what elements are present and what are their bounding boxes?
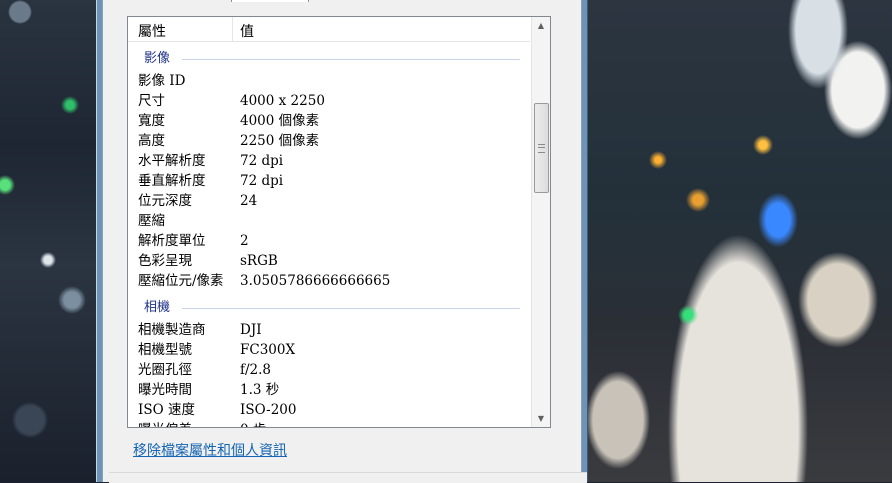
property-row[interactable]: 壓縮位元/像素 3.0505786666666665	[128, 271, 530, 291]
property-row[interactable]: 寬度 4000 個像素	[128, 111, 530, 131]
group-divider-line	[182, 59, 520, 60]
property-rows: 影像影像 ID 尺寸 4000 x 2250 寬度 4000 個像素高度 2250 個像素…	[128, 41, 530, 427]
property-row[interactable]: 高度 2250 個像素	[128, 131, 530, 151]
property-row[interactable]: 曝光時間 1.3 秒	[128, 380, 530, 400]
scroll-down-arrow-icon[interactable]: ▼	[532, 410, 550, 427]
property-name: 影像 ID	[138, 73, 186, 89]
remove-properties-link[interactable]: 移除檔案屬性和個人資訊	[133, 440, 287, 460]
background-photo-right	[588, 0, 892, 482]
property-row[interactable]: 光圈孔徑 f/2.8	[128, 360, 530, 380]
group-title: 影像	[144, 51, 171, 66]
property-row[interactable]: 色彩呈現 sRGB	[128, 251, 530, 271]
property-row[interactable]: 尺寸 4000 x 2250	[128, 91, 530, 111]
vertical-scrollbar[interactable]: ▲ ▼	[531, 17, 550, 427]
property-value: sRGB	[240, 253, 278, 269]
dialog-bottom-edge	[109, 472, 587, 483]
details-tab-panel: 屬性 值 影像影像 ID 尺寸 4000 x 2250 寬度 4000 個像素高度 225…	[102, 0, 587, 483]
property-row[interactable]: 水平解析度 72 dpi	[128, 151, 530, 171]
group-title: 相機	[144, 300, 171, 315]
property-value: f/2.8	[240, 362, 272, 378]
property-row[interactable]: 相機製造商 DJI	[128, 320, 530, 340]
property-value: 72 dpi	[240, 173, 284, 189]
background-photo-left	[0, 0, 96, 482]
property-value: 0 步	[240, 420, 266, 427]
property-name: 水平解析度	[138, 153, 206, 169]
property-value: ISO-200	[240, 402, 297, 418]
group-divider-line	[182, 308, 520, 309]
column-divider[interactable]	[232, 17, 233, 41]
property-name: 色彩呈現	[138, 253, 192, 269]
group-header: 相機	[128, 298, 530, 318]
property-row[interactable]: 曝光偏差 0 步	[128, 420, 530, 427]
scroll-thumb[interactable]	[534, 103, 549, 193]
list-header: 屬性 值	[128, 17, 530, 42]
property-row[interactable]: 解析度單位 2	[128, 231, 530, 251]
property-name: 曝光偏差	[138, 420, 192, 427]
properties-window: 屬性 值 影像影像 ID 尺寸 4000 x 2250 寬度 4000 個像素高度 225…	[96, 0, 588, 483]
property-name: 壓縮位元/像素	[138, 273, 224, 289]
property-name: 高度	[138, 133, 165, 149]
group-header: 影像	[128, 49, 530, 69]
property-row[interactable]: 壓縮	[128, 211, 530, 231]
property-value: 2	[240, 233, 249, 249]
property-value: 2250 個像素	[240, 133, 320, 149]
property-list[interactable]: 屬性 值 影像影像 ID 尺寸 4000 x 2250 寬度 4000 個像素高度 225…	[127, 16, 551, 428]
property-value: DJI	[240, 322, 262, 338]
property-name: 位元深度	[138, 193, 192, 209]
active-tab-edge	[231, 0, 309, 2]
grip-icon	[538, 144, 545, 153]
property-value: 4000 x 2250	[240, 93, 325, 109]
column-header-value[interactable]: 值	[240, 21, 254, 41]
property-value: 4000 個像素	[240, 113, 320, 129]
property-value: 72 dpi	[240, 153, 284, 169]
property-name: 壓縮	[138, 213, 165, 229]
property-row[interactable]: 位元深度 24	[128, 191, 530, 211]
property-row[interactable]: 相機型號 FC300X	[128, 340, 530, 360]
property-name: 垂直解析度	[138, 173, 206, 189]
property-value: 3.0505786666666665	[240, 273, 391, 289]
property-name: 解析度單位	[138, 233, 206, 249]
property-name: 相機製造商	[138, 322, 206, 338]
property-value: 24	[240, 193, 258, 209]
scroll-up-arrow-icon[interactable]: ▲	[532, 17, 550, 34]
property-name: 寬度	[138, 113, 165, 129]
property-name: 曝光時間	[138, 382, 192, 398]
property-row[interactable]: 影像 ID	[128, 71, 530, 91]
property-row[interactable]: 垂直解析度 72 dpi	[128, 171, 530, 191]
column-header-property[interactable]: 屬性	[138, 21, 166, 41]
property-row[interactable]: ISO 速度 ISO-200	[128, 400, 530, 420]
property-value: 1.3 秒	[240, 382, 280, 398]
property-name: 光圈孔徑	[138, 362, 192, 378]
property-value: FC300X	[240, 342, 296, 358]
property-name: 相機型號	[138, 342, 192, 358]
property-name: 尺寸	[138, 93, 165, 109]
property-name: ISO 速度	[138, 402, 195, 418]
